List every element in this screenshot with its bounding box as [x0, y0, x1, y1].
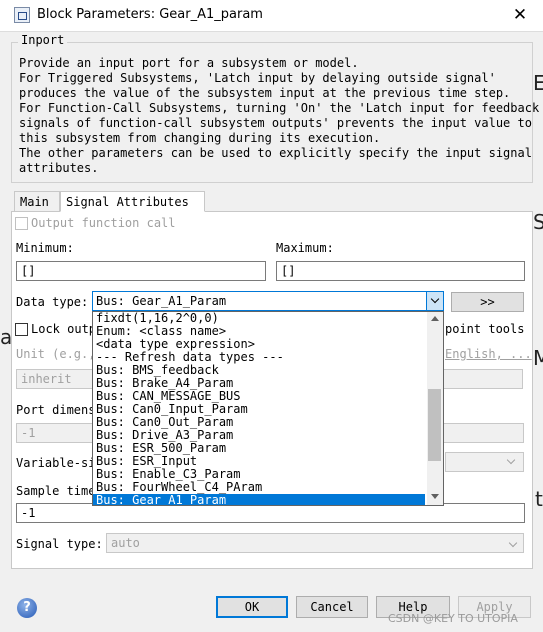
cancel-button[interactable]: Cancel: [296, 596, 368, 618]
maximum-label: Maximum:: [276, 241, 334, 255]
data-type-dropdown-button[interactable]: [426, 292, 443, 310]
chevron-down-icon: [506, 455, 516, 465]
signal-type-dropdown-arrow[interactable]: [505, 536, 521, 550]
group-title: Inport: [18, 33, 68, 47]
tab-signal-attributes[interactable]: Signal Attributes: [60, 191, 205, 212]
minimum-label: Minimum:: [16, 241, 74, 255]
unit-label: Unit (e.g.,: [16, 347, 96, 361]
help-icon[interactable]: ?: [17, 598, 37, 618]
signal-type-select[interactable]: auto: [106, 533, 524, 553]
lock-output-label-tail: point tools: [445, 322, 525, 336]
data-type-label: Data type:: [16, 295, 89, 309]
data-type-value: Bus: Gear_A1_Param: [96, 294, 227, 308]
data-type-dropdown-list: fixdt(1,16,2^0,0) Enum: <class name> <da…: [92, 311, 444, 506]
maximum-input[interactable]: []: [276, 261, 525, 281]
unit-system-link[interactable]: English, ...: [445, 347, 532, 361]
output-function-call-checkbox[interactable]: [15, 217, 28, 230]
dropdown-option-selected[interactable]: Bus: Gear_A1_Param: [93, 494, 425, 505]
signal-type-label: Signal type:: [16, 537, 103, 551]
scroll-up-arrow-icon[interactable]: [431, 316, 439, 321]
variable-size-select[interactable]: [445, 452, 524, 472]
simulink-block-icon: [14, 7, 30, 23]
description-line: For Function-Call Subsystems, turning 'O…: [19, 101, 540, 115]
description-line: produces the value of the subsystem inpu…: [19, 86, 511, 100]
chevron-down-icon: [430, 294, 440, 304]
ok-button[interactable]: OK: [216, 596, 288, 618]
description-line: signals of function-call subsystem outpu…: [19, 116, 532, 130]
minimum-input[interactable]: []: [16, 261, 266, 281]
scroll-down-arrow-icon[interactable]: [431, 494, 439, 499]
description-line: attributes.: [19, 161, 99, 175]
variable-size-label: Variable-si: [16, 456, 96, 470]
description-line: Provide an input port for a subsystem or…: [19, 56, 359, 70]
chevron-down-icon: [508, 538, 518, 548]
background-text-fragment: S: [533, 210, 543, 234]
output-function-call-label: Output function call: [31, 216, 176, 230]
sample-time-input[interactable]: -1: [16, 503, 525, 523]
background-text-fragment: M: [533, 346, 543, 370]
lock-output-checkbox[interactable]: [15, 323, 28, 336]
dropdown-scrollbar-thumb[interactable]: [428, 389, 441, 461]
description-line: The other parameters can be used to expl…: [19, 146, 532, 160]
lock-output-label: Lock outp: [31, 322, 97, 336]
tab-main[interactable]: Main: [14, 191, 60, 211]
port-dimensions-label: Port dimens: [16, 403, 96, 417]
data-type-assistant-button[interactable]: >>: [451, 292, 524, 312]
watermark: CSDN @KEY TO UTOPIA: [388, 612, 518, 625]
window-title: Block Parameters: Gear_A1_param: [37, 7, 263, 22]
description-line: this subsystem from changing during its …: [19, 131, 381, 145]
background-text-fragment: E: [533, 71, 543, 95]
sample-time-label: Sample time: [16, 484, 96, 498]
background-text-fragment: t: [535, 487, 543, 511]
close-icon[interactable]: ✕: [506, 4, 534, 26]
description-line: For Triggered Subsystems, 'Latch input b…: [19, 71, 496, 85]
